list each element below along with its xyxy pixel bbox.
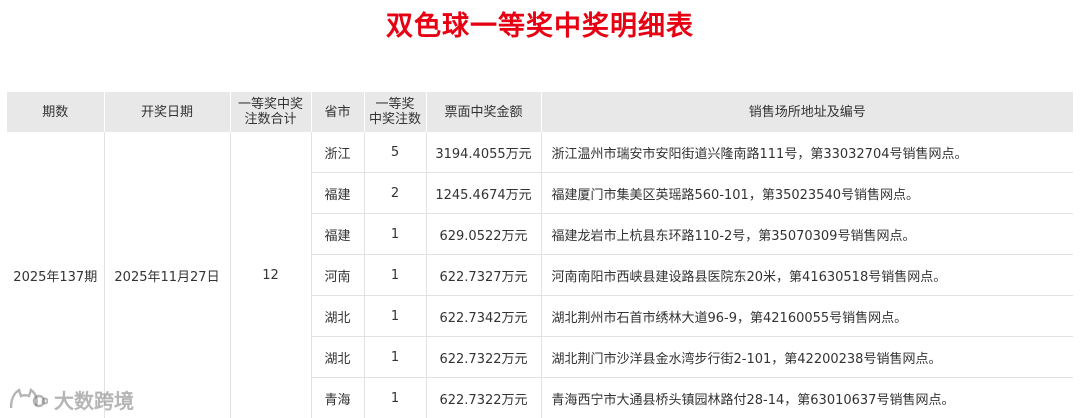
table-row: 2025年137期 2025年11月27日 12 浙江 5 3194.4055万元 浙江温州…: [7, 132, 1073, 418]
header-draw-date: 开奖日期: [104, 92, 231, 132]
address-cell: 福建龙岩市上杭县东环路110-2号，第35070309号销售网点。: [541, 213, 1073, 255]
header-amount: 票面中奖金额: [426, 92, 542, 132]
winner-count-cell: 1: [364, 213, 427, 255]
province-cell: 福建: [311, 172, 365, 214]
address-cell: 湖北荆州市石首市绣林大道96-9，第42160055号销售网点。: [541, 295, 1073, 337]
header-province: 省市: [311, 92, 365, 132]
winner-count-cell: 1: [364, 254, 427, 296]
amount-cell: 622.7342万元: [426, 295, 542, 337]
amount-cell: 3194.4055万元: [426, 132, 542, 173]
amount-cell: 622.7327万元: [426, 254, 542, 296]
winners-table: 期数 开奖日期 一等奖中奖 注数合计 省市 一等奖 中奖注数 票面中奖金额 销售…: [7, 92, 1073, 418]
cat-logo-icon: [9, 388, 48, 409]
amount-cell: 1245.4674万元: [426, 172, 542, 214]
header-period: 期数: [7, 92, 105, 132]
page-title: 双色球一等奖中奖明细表: [386, 11, 694, 42]
address-cell: 湖北荆门市沙洋县金水湾步行街2-101，第42200238号销售网点。: [541, 336, 1073, 378]
draw-date-cell: 2025年11月27日: [104, 132, 231, 418]
province-cell: 青海: [311, 377, 365, 418]
address-cell: 福建厦门市集美区英瑶路560-101，第35023540号销售网点。: [541, 172, 1073, 214]
winner-count-cell: 2: [364, 172, 427, 214]
watermark: 大数跨境: [8, 384, 134, 414]
winner-count-cell: 1: [364, 377, 427, 418]
address-cell: 浙江温州市瑞安市安阳街道兴隆南路111号，第33032704号销售网点。: [541, 132, 1073, 173]
province-cell: 浙江: [311, 132, 365, 173]
winner-count-cell: 1: [364, 336, 427, 378]
period-cell: 2025年137期: [7, 132, 105, 418]
province-cell: 湖北: [311, 336, 365, 378]
table-body: 2025年137期 2025年11月27日 12 浙江 5 3194.4055万元 浙江温州…: [7, 132, 1073, 418]
header-address: 销售场所地址及编号: [541, 92, 1073, 132]
address-cell: 河南南阳市西峡县建设路县医院东20米，第41630518号销售网点。: [541, 254, 1073, 296]
province-cell: 湖北: [311, 295, 365, 337]
watermark-text: 大数跨境: [54, 388, 134, 413]
winner-count-cell: 5: [364, 132, 427, 173]
header-total-winners: 一等奖中奖 注数合计: [230, 92, 312, 132]
header-winner-count: 一等奖 中奖注数: [364, 92, 427, 132]
amount-cell: 622.7322万元: [426, 336, 542, 378]
winner-count-cell: 1: [364, 295, 427, 337]
address-cell: 青海西宁市大通县桥头镇园林路付28-14，第63010637号销售网点。: [541, 377, 1073, 418]
province-cell: 河南: [311, 254, 365, 296]
amount-cell: 622.7322万元: [426, 377, 542, 418]
table-header-row: 期数 开奖日期 一等奖中奖 注数合计 省市 一等奖 中奖注数 票面中奖金额 销售…: [7, 92, 1073, 132]
amount-cell: 629.0522万元: [426, 213, 542, 255]
total-winners-cell: 12: [230, 132, 312, 418]
page: 双色球一等奖中奖明细表 期数 开奖日期 一等奖中奖 注数合计 省市 一等奖 中奖…: [0, 0, 1080, 418]
province-cell: 福建: [311, 213, 365, 255]
